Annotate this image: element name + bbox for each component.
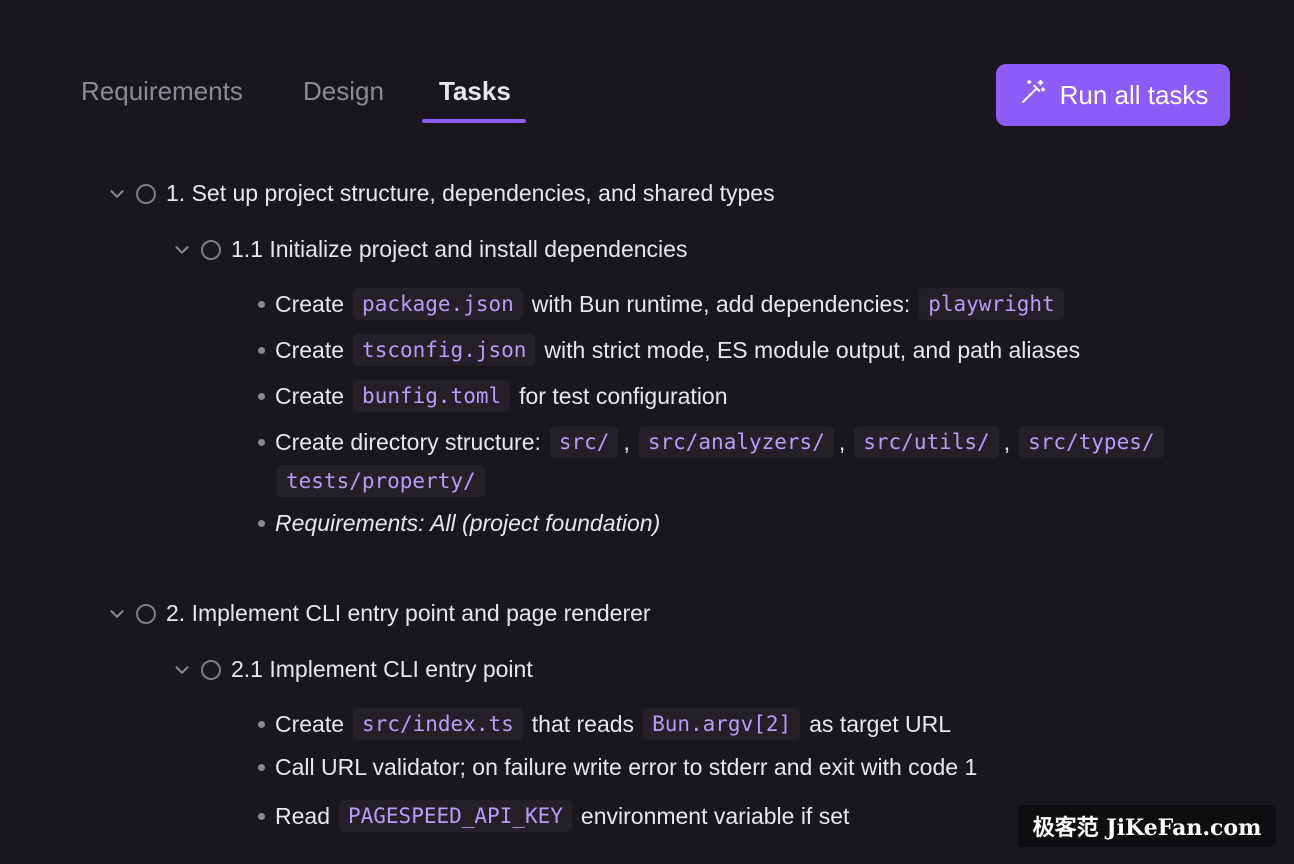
magic-wand-icon (1018, 77, 1048, 114)
bullet-dot (258, 300, 265, 308)
tab-requirements[interactable]: Requirements (81, 76, 243, 107)
chevron-down-icon[interactable] (171, 659, 193, 681)
inline-code: src/utils/ (854, 426, 999, 458)
bullet-text: with Bun runtime, add dependencies: (531, 290, 911, 317)
inline-code: bunfig.toml (353, 380, 511, 412)
task-2-label[interactable]: 2. Implement CLI entry point and page re… (166, 600, 651, 627)
tab-design[interactable]: Design (303, 76, 384, 107)
chevron-down-icon[interactable] (106, 183, 128, 205)
inline-code: playwright (919, 288, 1064, 320)
subtask-1-1-row: 1.1 Initialize project and install depen… (171, 236, 687, 263)
bullet-text: Create (275, 290, 345, 317)
bullet-dot (258, 392, 265, 400)
bullet-dot (258, 438, 265, 446)
bullet-text: Create (275, 710, 345, 737)
bullet-text: with strict mode, ES module output, and … (544, 336, 1081, 363)
task-status-circle[interactable] (201, 239, 221, 260)
comma-separator: , (838, 428, 846, 455)
watermark: 极客范 JiKeFan.com (1018, 805, 1276, 847)
subtask-2-1-row: 2.1 Implement CLI entry point (171, 656, 533, 683)
task-1-label[interactable]: 1. Set up project structure, dependencie… (166, 180, 775, 207)
list-item: Read PAGESPEED_API_KEY environment varia… (258, 800, 849, 832)
chevron-down-icon[interactable] (106, 603, 128, 625)
requirements-note: Requirements: All (project foundation) (275, 510, 661, 536)
list-item: Requirements: All (project foundation) (258, 510, 660, 537)
comma-separator: , (623, 428, 630, 455)
run-all-tasks-button[interactable]: Run all tasks (996, 64, 1230, 126)
active-tab-indicator (422, 119, 526, 123)
subtask-1-1-label[interactable]: 1.1 Initialize project and install depen… (231, 236, 687, 263)
inline-code: tests/property/ (277, 465, 485, 497)
comma-separator: , (1003, 428, 1011, 455)
subtask-2-1-label[interactable]: 2.1 Implement CLI entry point (231, 656, 533, 683)
inline-code: Bun.argv[2] (643, 708, 801, 740)
bullet-text: environment variable if set (580, 802, 850, 829)
chevron-down-icon[interactable] (171, 239, 193, 261)
list-item: Create bunfig.toml for test configuratio… (258, 380, 728, 412)
bullet-dot (258, 720, 265, 728)
bullet-dot (258, 812, 265, 820)
bullet-dot (258, 346, 265, 354)
inline-code: src/index.ts (353, 708, 523, 740)
bullet-text: for test configuration (519, 382, 728, 409)
bullet-text: Create directory structure: (275, 428, 541, 455)
list-item: Create src/index.ts that reads Bun.argv[… (258, 708, 951, 740)
bullet-dot (258, 520, 265, 527)
bullet-text: Create (275, 382, 345, 409)
run-all-tasks-label: Run all tasks (1059, 79, 1209, 110)
inline-code: src/analyzers/ (638, 426, 834, 458)
task-2-row: 2. Implement CLI entry point and page re… (106, 600, 651, 627)
list-item: Create tsconfig.json with strict mode, E… (258, 334, 1080, 366)
inline-code: tsconfig.json (353, 334, 536, 366)
bullet-text: as target URL (809, 710, 952, 737)
task-status-circle[interactable] (136, 603, 156, 624)
inline-code: PAGESPEED_API_KEY (338, 800, 572, 832)
inline-code: src/ (549, 426, 619, 458)
list-item: Create package.json with Bun runtime, ad… (258, 288, 1073, 320)
list-item: Call URL validator; on failure write err… (258, 754, 977, 781)
task-status-circle[interactable] (201, 659, 221, 680)
bullet-text: Read (275, 802, 330, 829)
task-status-circle[interactable] (136, 183, 156, 204)
tab-tasks[interactable]: Tasks (439, 76, 511, 107)
list-item: Create directory structure: src/ , src/a… (258, 426, 1173, 458)
bullet-text: that reads (531, 710, 635, 737)
inline-code: src/types/ (1019, 426, 1164, 458)
bullet-text: Call URL validator; on failure write err… (275, 754, 978, 780)
bullet-text: Create (275, 336, 345, 363)
task-1-row: 1. Set up project structure, dependencie… (106, 180, 775, 207)
list-item-continuation: tests/property/ (268, 465, 494, 497)
inline-code: package.json (353, 288, 523, 320)
bullet-dot (258, 764, 265, 771)
